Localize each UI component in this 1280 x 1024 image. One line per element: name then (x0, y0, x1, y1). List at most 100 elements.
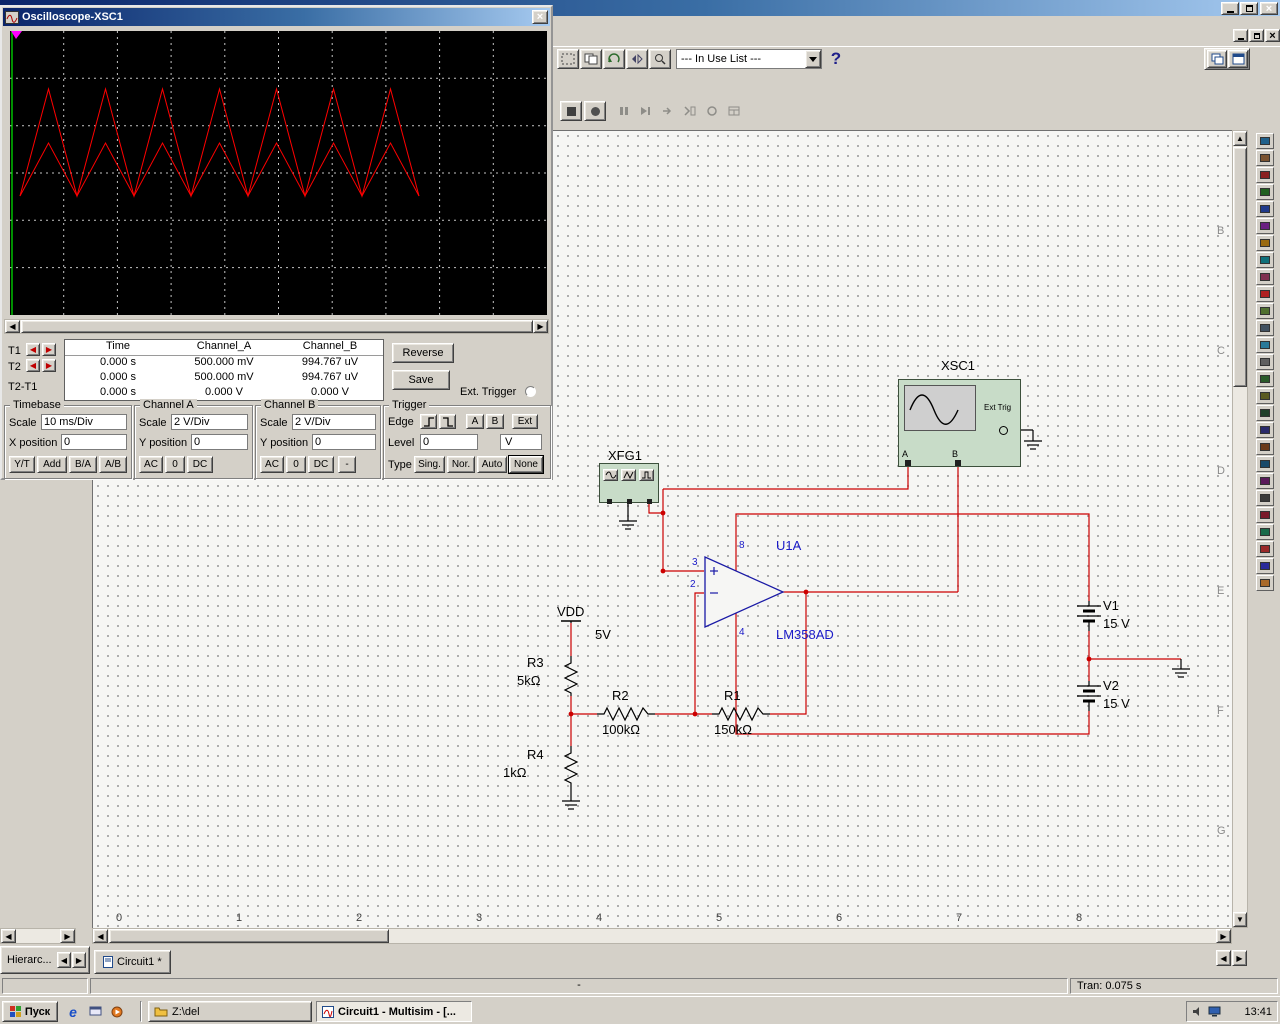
volume-icon[interactable] (1192, 1006, 1204, 1017)
channel-b-ac-button[interactable]: AC (260, 456, 284, 473)
cascade-windows-button[interactable] (1207, 50, 1227, 68)
t2-left-button[interactable]: ◀ (26, 359, 40, 372)
tab-circuit1[interactable]: Circuit1 * (94, 950, 171, 974)
oscilloscope-icon[interactable] (1256, 405, 1274, 421)
channel-a-zero-button[interactable]: 0 (165, 456, 185, 473)
trigger-level-input[interactable] (420, 434, 478, 450)
canvas-vertical-scrollbar[interactable]: ▲ ▼ (1232, 130, 1248, 928)
main-close-button[interactable]: × (1260, 2, 1278, 15)
mode-yt-button[interactable]: Y/T (9, 456, 35, 473)
help-button[interactable]: ? (826, 48, 846, 70)
run-simulation-button[interactable] (584, 101, 606, 121)
step-button[interactable] (636, 102, 656, 120)
misc-components-icon[interactable] (1256, 303, 1274, 319)
in-use-list-combobox[interactable]: --- In Use List --- (676, 49, 822, 69)
media-player-icon[interactable] (108, 1003, 126, 1021)
distortion-analyzer-icon[interactable] (1256, 490, 1274, 506)
falling-edge-button[interactable] (439, 414, 456, 429)
new-window-button[interactable] (1228, 50, 1248, 68)
show-desktop-icon[interactable] (86, 1003, 104, 1021)
rising-edge-button[interactable] (420, 414, 437, 429)
electromechanical-icon[interactable] (1256, 320, 1274, 336)
oscilloscope-close-button[interactable]: × (532, 10, 548, 24)
scroll-left-button[interactable]: ◀ (1, 929, 16, 943)
timebase-xpos-input[interactable] (61, 434, 127, 450)
main-restore-button[interactable] (1240, 2, 1258, 15)
rotate-button[interactable] (603, 49, 625, 69)
channel-a-ypos-input[interactable] (191, 434, 248, 450)
wattmeter-icon[interactable] (1256, 388, 1274, 404)
ttl-icon[interactable] (1256, 218, 1274, 234)
diodes-icon[interactable] (1256, 167, 1274, 183)
horizontal-scroll-thumb[interactable] (109, 929, 389, 943)
scope-scrollbar[interactable]: ◀ ▶ (4, 319, 549, 334)
channel-a-dc-button[interactable]: DC (187, 456, 213, 473)
mdi-close-button[interactable]: × (1265, 29, 1280, 42)
misc-digital-icon[interactable] (1256, 252, 1274, 268)
t1-right-button[interactable]: ▶ (42, 343, 56, 356)
channel-b-dc-button[interactable]: DC (308, 456, 334, 473)
pause-button[interactable] (614, 102, 634, 120)
hierarchy-prev-button[interactable]: ◀ (57, 952, 71, 968)
scroll-right-button[interactable]: ▶ (60, 929, 75, 943)
trigger-type-auto-button[interactable]: Auto (477, 456, 507, 473)
scroll-left-button[interactable]: ◀ (93, 929, 108, 943)
timebase-scale-input[interactable] (41, 414, 127, 430)
vertical-scroll-thumb[interactable] (1233, 147, 1247, 387)
oscilloscope-window[interactable]: Oscilloscope-XSC1 × ◀ ▶ T1 ◀ ▶ T2 ◀ ▶ T2… (0, 5, 553, 480)
analyses-icon[interactable] (1256, 558, 1274, 574)
multimeter-icon[interactable] (1256, 354, 1274, 370)
tab-scroll-left-button[interactable]: ◀ (1216, 950, 1231, 966)
task-button-zdel[interactable]: Z:\del (148, 1001, 312, 1022)
tray-clock[interactable]: 13:41 (1244, 1006, 1272, 1018)
bode-plotter-icon[interactable] (1256, 422, 1274, 438)
scroll-right-button[interactable]: ▶ (1216, 929, 1231, 943)
step-over-button[interactable] (658, 102, 678, 120)
scroll-left-button[interactable]: ◀ (5, 320, 20, 333)
simulate-switch-icon[interactable] (1256, 541, 1274, 557)
mdi-minimize-button[interactable] (1233, 29, 1248, 42)
canvas-horizontal-scrollbar[interactable]: ◀ ▶ (92, 928, 1232, 944)
cmos-icon[interactable] (1256, 235, 1274, 251)
scroll-right-button[interactable]: ▶ (533, 320, 548, 333)
stop-simulation-button[interactable] (560, 101, 582, 121)
ext-trigger-radio[interactable] (525, 386, 536, 397)
hierarchy-next-button[interactable]: ▶ (72, 952, 86, 968)
mixed-components-icon[interactable] (1256, 269, 1274, 285)
scroll-down-button[interactable]: ▼ (1233, 912, 1247, 927)
tab-scroll-right-button[interactable]: ▶ (1232, 950, 1247, 966)
task-button-multisim[interactable]: Circuit1 - Multisim - [... (316, 1001, 472, 1022)
run-to-cursor-button[interactable] (680, 102, 700, 120)
word-generator-icon[interactable] (1256, 439, 1274, 455)
analog-components-icon[interactable] (1256, 201, 1274, 217)
basic-components-icon[interactable] (1256, 150, 1274, 166)
indicators-icon[interactable] (1256, 286, 1274, 302)
flip-horizontal-button[interactable] (626, 49, 648, 69)
logic-converter-icon[interactable] (1256, 473, 1274, 489)
scroll-up-button[interactable]: ▲ (1233, 131, 1247, 146)
trigger-source-ext-button[interactable]: Ext (512, 414, 538, 429)
selection-rect-button[interactable] (557, 49, 579, 69)
postprocessor-icon[interactable] (1256, 575, 1274, 591)
channel-b-ypos-input[interactable] (312, 434, 376, 450)
copy-button[interactable] (580, 49, 602, 69)
channel-a-scale-input[interactable] (171, 414, 248, 430)
hierarchy-tab[interactable]: Hierarc... ◀ ▶ (0, 946, 90, 974)
trigger-type-sing-button[interactable]: Sing. (414, 456, 445, 473)
cursor-marker-icon[interactable] (11, 31, 22, 39)
trigger-source-a-button[interactable]: A (466, 414, 484, 429)
mode-ab-button[interactable]: A/B (99, 456, 127, 473)
transistors-icon[interactable] (1256, 184, 1274, 200)
network-analyzer-icon[interactable] (1256, 524, 1274, 540)
save-button[interactable]: Save (392, 370, 450, 390)
t1-left-button[interactable]: ◀ (26, 343, 40, 356)
trigger-level-unit[interactable]: V (500, 434, 542, 450)
mode-add-button[interactable]: Add (37, 456, 67, 473)
t2-right-button[interactable]: ▶ (42, 359, 56, 372)
channel-b-scale-input[interactable] (292, 414, 376, 430)
start-button[interactable]: Пуск (2, 1001, 58, 1022)
internet-explorer-icon[interactable]: e (64, 1003, 82, 1021)
breakpoints-button[interactable] (702, 102, 722, 120)
trigger-source-b-button[interactable]: B (486, 414, 504, 429)
spectrum-analyzer-icon[interactable] (1256, 507, 1274, 523)
